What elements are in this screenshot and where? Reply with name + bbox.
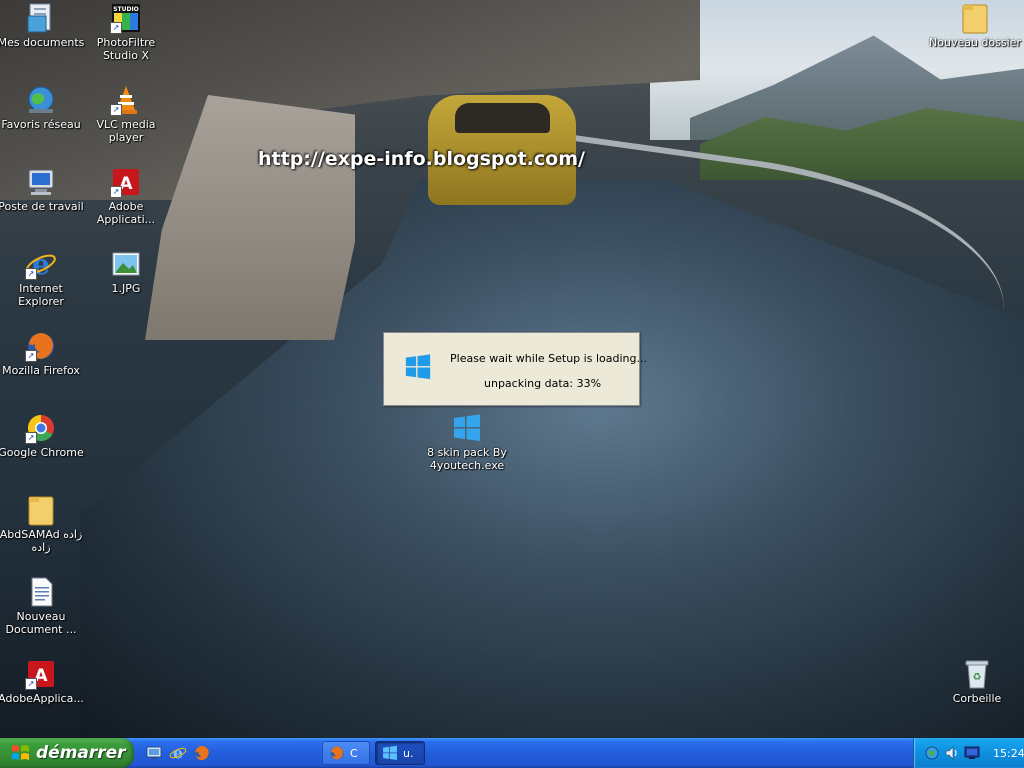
desktop-icon-abdsamad-folder[interactable]: AbdSAMAd زاده زاده <box>0 494 82 554</box>
desktop-icon-label: Adobe Applicati... <box>96 200 156 226</box>
desktop-icon-vlc[interactable]: ↗ VLC media player <box>85 84 167 144</box>
setup-progress-text: unpacking data: 33% <box>484 377 602 390</box>
chrome-icon: ↗ <box>25 412 57 444</box>
display-icon[interactable] <box>964 745 980 761</box>
desktop-icon-label: Mozilla Firefox <box>2 364 80 377</box>
taskbar-button-setup[interactable]: u. <box>375 741 425 765</box>
internet-explorer-icon: e ↗ <box>25 248 57 280</box>
text-document-icon <box>25 576 57 608</box>
desktop-icon-label: Nouveau dossier <box>929 36 1021 49</box>
desktop-icon-label: Google Chrome <box>0 446 84 459</box>
shortcut-arrow-icon: ↗ <box>110 104 122 116</box>
taskbar-button-label: C <box>350 746 358 760</box>
desktop-icon-label: Corbeille <box>952 692 1002 705</box>
vlc-cone-icon: ↗ <box>110 84 142 116</box>
shortcut-arrow-icon: ↗ <box>110 186 122 198</box>
start-button-label: démarrer <box>36 743 126 763</box>
image-file-icon <box>110 248 142 280</box>
shortcut-arrow-icon: ↗ <box>25 678 37 690</box>
system-tray: 15:24 <box>913 738 1024 768</box>
windows-logo-icon <box>404 353 432 381</box>
shortcut-arrow-icon: ↗ <box>25 350 37 362</box>
desktop-icon-label: Nouveau Document ... <box>5 610 77 636</box>
windows-flag-icon <box>11 744 30 762</box>
photofiltre-icon: STUDIO ↗ <box>110 2 142 34</box>
desktop-icon-label: 8 skin pack By 4youtech.exe <box>427 446 507 472</box>
network-globe-icon <box>25 84 57 116</box>
desktop-icon-label: Favoris réseau <box>1 118 81 131</box>
desktop-icon-google-chrome[interactable]: ↗ Google Chrome <box>0 412 84 459</box>
desktop-icon-label: PhotoFiltre Studio X <box>96 36 156 62</box>
shortcut-arrow-icon: ↗ <box>110 22 122 34</box>
documents-folder-icon <box>25 2 57 34</box>
desktop-icon-label: Internet Explorer <box>18 282 64 308</box>
recycle-bin-icon: ♻ <box>961 658 993 690</box>
desktop-icon-label: AdobeApplica... <box>0 692 84 705</box>
taskbar-button-label: u. <box>403 746 414 760</box>
desktop-icon-label: VLC media player <box>96 118 156 144</box>
folder-icon <box>959 2 991 34</box>
desktop-icon-jpg-file[interactable]: 1.JPG <box>85 248 167 295</box>
shortcut-arrow-icon: ↗ <box>25 432 37 444</box>
clock[interactable]: 15:24 <box>993 747 1024 760</box>
taskbar: démarrer e C u. 15:24 <box>0 738 1024 768</box>
setup-message: Please wait while Setup is loading... <box>450 352 647 365</box>
desktop-icon-label: Poste de travail <box>0 200 84 213</box>
desktop-icon-skin-pack[interactable]: 8 skin pack By 4youtech.exe <box>426 412 508 472</box>
start-button[interactable]: démarrer <box>0 738 134 768</box>
windows-logo-icon <box>451 412 483 444</box>
firefox-icon: ↗ <box>25 330 57 362</box>
desktop-icon-label: AbdSAMAd زاده زاده <box>0 528 83 554</box>
svg-text:STUDIO: STUDIO <box>113 6 139 13</box>
show-desktop-icon[interactable] <box>145 744 163 762</box>
svg-text:e: e <box>173 744 183 762</box>
desktop-icon-nouveau-dossier[interactable]: Nouveau dossier <box>929 2 1021 49</box>
desktop-icon-adobe-applications[interactable]: A ↗ Adobe Applicati... <box>85 166 167 226</box>
network-icon[interactable] <box>924 745 940 761</box>
firefox-icon <box>329 745 345 761</box>
firefox-icon[interactable] <box>193 744 211 762</box>
volume-icon[interactable] <box>944 745 960 761</box>
desktop-icon-adobe-applica[interactable]: A ↗ AdobeApplica... <box>0 658 84 705</box>
folder-icon <box>25 494 57 526</box>
desktop-icon-favoris-reseau[interactable]: Favoris réseau <box>0 84 82 131</box>
computer-icon <box>25 166 57 198</box>
desktop-icon-photofiltre[interactable]: STUDIO ↗ PhotoFiltre Studio X <box>85 2 167 62</box>
desktop-icon-nouveau-document[interactable]: Nouveau Document ... <box>0 576 82 636</box>
desktop-icon-label: Mes documents <box>0 36 85 49</box>
watermark-url: http://expe-info.blogspot.com/ <box>258 148 585 170</box>
setup-loading-dialog: Please wait while Setup is loading... un… <box>383 332 647 406</box>
desktop-icon-corbeille[interactable]: ♻ Corbeille <box>936 658 1018 705</box>
adobe-icon: A ↗ <box>110 166 142 198</box>
desktop-icon-poste-de-travail[interactable]: Poste de travail <box>0 166 84 213</box>
internet-explorer-icon[interactable]: e <box>169 744 187 762</box>
desktop-icon-mozilla-firefox[interactable]: ↗ Mozilla Firefox <box>0 330 82 377</box>
svg-text:♻: ♻ <box>973 672 982 683</box>
windows-logo-icon <box>382 745 398 761</box>
shortcut-arrow-icon: ↗ <box>25 268 37 280</box>
desktop-icon-label: 1.JPG <box>111 282 141 295</box>
wallpaper-car-window <box>455 103 550 133</box>
desktop-icon-internet-explorer[interactable]: e ↗ Internet Explorer <box>0 248 82 308</box>
desktop-icon-mes-documents[interactable]: Mes documents <box>0 2 85 49</box>
desktop[interactable]: http://expe-info.blogspot.com/ Mes docum… <box>0 0 1024 738</box>
taskbar-button-firefox[interactable]: C <box>322 741 370 765</box>
quick-launch-bar: e <box>145 744 211 762</box>
adobe-icon: A ↗ <box>25 658 57 690</box>
